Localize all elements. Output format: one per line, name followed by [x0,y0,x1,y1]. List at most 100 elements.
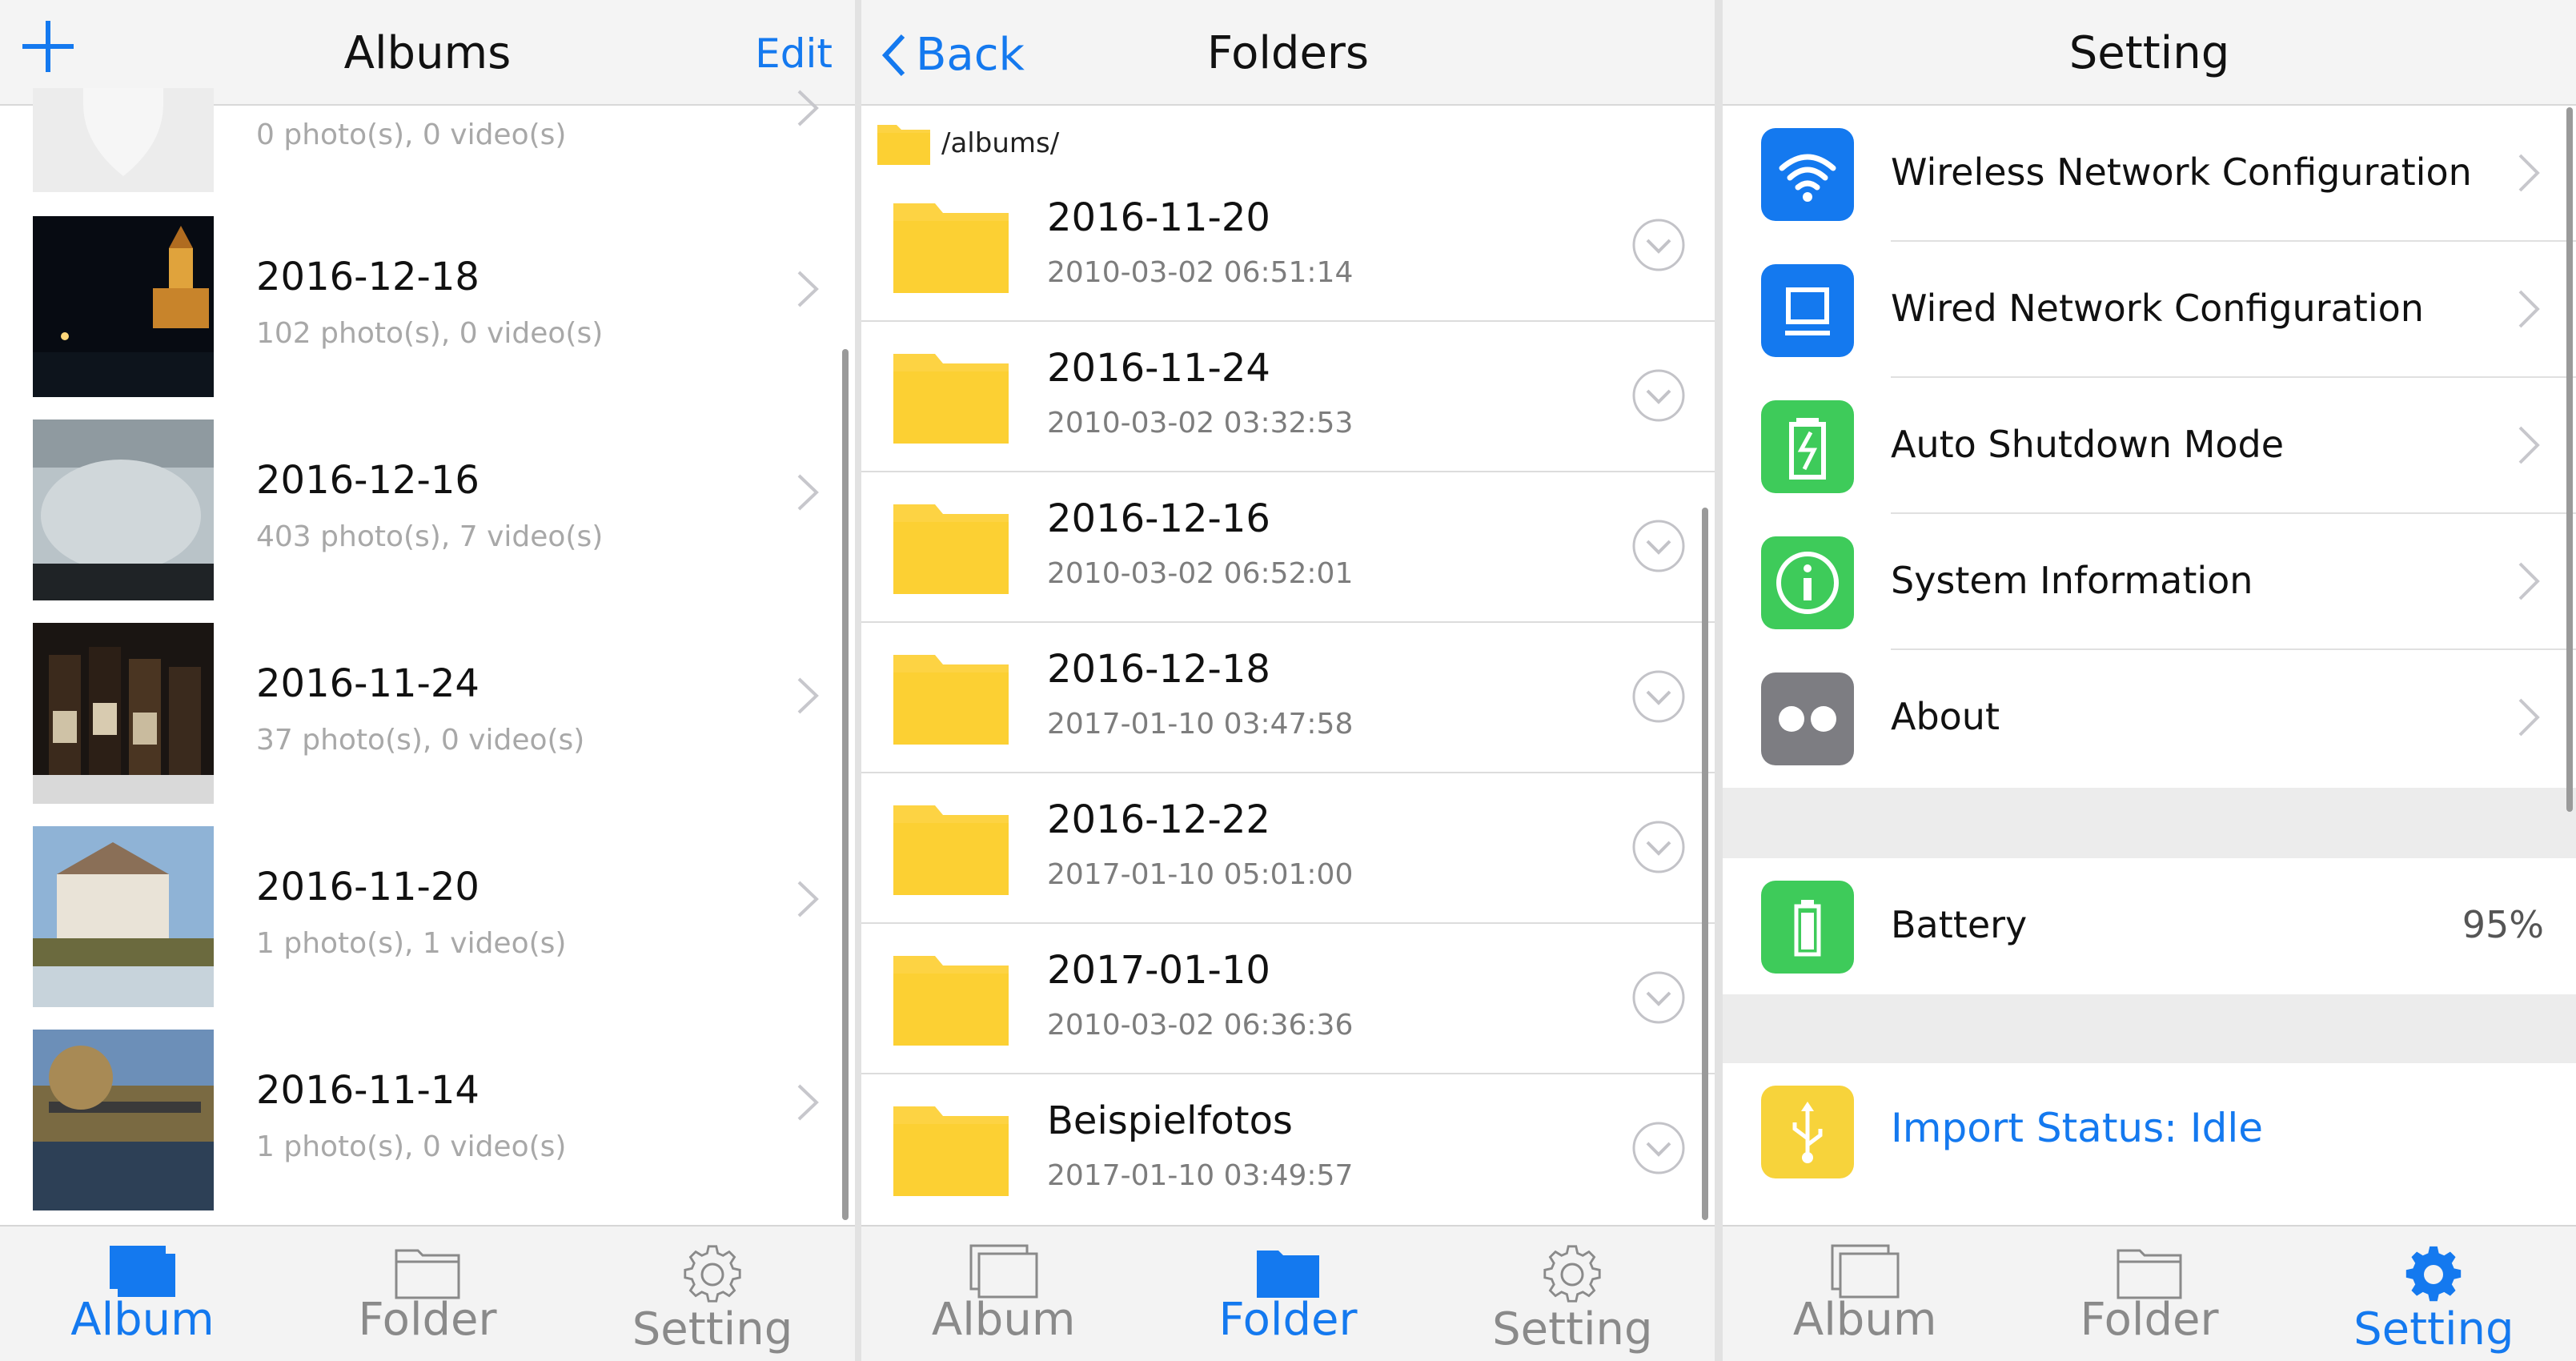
folder-name: 2016-12-18 [1047,647,1270,692]
tab-album[interactable]: Album [861,1227,1146,1361]
folder-icon [893,956,1009,1046]
folder-icon [893,805,1009,895]
chevron-right-icon [2518,698,2540,737]
folder-name: 2016-12-22 [1047,797,1270,842]
battery-icon [1761,881,1854,974]
settings-item-label: Wired Network Configuration [1891,287,2424,330]
settings-item-wired[interactable]: Wired Network Configuration [1723,242,2576,378]
monitor-icon [1761,264,1854,357]
album-row[interactable]: 2016-12-18 102 photo(s), 0 video(s) [0,208,855,412]
album-thumbnail [33,216,214,397]
folder-outline-icon [395,1249,460,1299]
folder-date: 2010-03-02 03:32:53 [1047,407,1354,440]
tab-album-label: Album [70,1294,215,1346]
scrollbar[interactable] [2566,107,2573,812]
tab-folder[interactable]: Folder [1146,1227,1430,1361]
album-row[interactable]: 2016-11-14 1 photo(s), 0 video(s) [0,1022,855,1225]
tab-setting-label: Setting [1492,1303,1653,1355]
expand-chevron-icon[interactable] [1631,970,1686,1025]
tab-folder[interactable]: Folder [285,1227,570,1361]
album-subtitle: 102 photo(s), 0 video(s) [256,317,604,350]
album-title: 2016-11-14 [256,1068,479,1113]
gear-outline-icon [1543,1245,1601,1303]
usb-icon [1761,1086,1854,1178]
gear-outline-icon [684,1245,741,1303]
chevron-right-icon [797,271,819,307]
album-subtitle: 1 photo(s), 0 video(s) [256,1130,567,1163]
folder-name: 2016-12-16 [1047,496,1270,541]
tab-folder[interactable]: Folder [2007,1227,2291,1361]
tab-setting-label: Setting [632,1303,793,1355]
folder-outline-icon [2117,1249,2182,1299]
folder-row[interactable]: 2016-12-16 2010-03-02 06:52:01 [861,471,1715,623]
album-stack-outline-icon [1831,1244,1900,1299]
battery-charging-icon [1761,400,1854,493]
folder-row[interactable]: Beispielfotos 2017-01-10 03:49:57 [861,1073,1715,1223]
tab-album[interactable]: Album [1723,1227,2007,1361]
album-thumbnail-placeholder [33,88,214,192]
folder-row[interactable]: 2017-01-10 2010-03-02 06:36:36 [861,922,1715,1074]
tab-setting[interactable]: Setting [570,1227,855,1361]
chevron-right-icon [797,1084,819,1121]
album-subtitle: 1 photo(s), 1 video(s) [256,927,567,960]
folder-icon [893,504,1009,594]
folder-date: 2010-03-02 06:51:14 [1047,256,1354,289]
folder-name: 2016-11-20 [1047,195,1270,240]
settings-item-system-info[interactable]: System Information [1723,514,2576,650]
album-row[interactable]: 2016-11-20 1 photo(s), 1 video(s) [0,818,855,1022]
scrollbar[interactable] [842,349,849,1220]
battery-label: Battery [1891,903,2028,946]
settings-item-label: Auto Shutdown Mode [1891,423,2285,466]
dots-icon [1761,672,1854,765]
info-icon [1761,536,1854,629]
album-title: 2016-12-16 [256,458,479,503]
edit-button[interactable]: Edit [755,30,833,77]
folder-icon [893,1106,1009,1196]
albums-screen: Albums Edit 0 photo(s), 0 video(s) 2016- [0,0,855,1361]
page-title: Albums [343,27,512,79]
folder-row[interactable]: 2016-12-22 2017-01-10 05:01:00 [861,772,1715,924]
album-stack-outline-icon [969,1244,1038,1299]
album-thumbnail [33,1030,214,1210]
chevron-right-icon [2518,426,2540,464]
folder-name: 2017-01-10 [1047,948,1270,993]
album-row[interactable]: 2016-12-16 403 photo(s), 7 video(s) [0,412,855,615]
expand-chevron-icon[interactable] [1631,1121,1686,1175]
tab-setting[interactable]: Setting [1430,1227,1715,1361]
folders-screen: Back Folders /albums/ 2016-11-20 2010-03… [861,0,1715,1361]
expand-chevron-icon[interactable] [1631,218,1686,272]
folder-date: 2017-01-10 03:49:57 [1047,1159,1354,1192]
tab-album[interactable]: Album [0,1227,285,1361]
section-gap [1723,994,2576,1063]
tab-setting[interactable]: Setting [2292,1227,2576,1361]
expand-chevron-icon[interactable] [1631,820,1686,874]
tab-folder-label: Folder [358,1294,497,1346]
folder-row[interactable]: 2016-11-24 2010-03-02 03:32:53 [861,320,1715,472]
album-row[interactable]: 2016-11-24 37 photo(s), 0 video(s) [0,615,855,818]
chevron-right-icon [2518,290,2540,328]
settings-item-auto-shutdown[interactable]: Auto Shutdown Mode [1723,378,2576,514]
gear-icon [2406,1246,2462,1302]
tab-album-label: Album [931,1294,1076,1346]
import-status-row: Import Status: Idle [1723,1063,2576,1199]
page-title: Folders [1206,27,1370,79]
expand-chevron-icon[interactable] [1631,368,1686,423]
expand-chevron-icon[interactable] [1631,669,1686,724]
panel-divider [1715,0,1723,1361]
album-thumbnail [33,623,214,804]
expand-chevron-icon[interactable] [1631,519,1686,573]
album-row-partial[interactable]: 0 photo(s), 0 video(s) [0,88,855,192]
settings-item-about[interactable]: About [1723,650,2576,786]
folder-icon [1256,1251,1319,1298]
folder-row[interactable]: 2016-11-20 2010-03-02 06:51:14 [861,170,1715,322]
folder-icon [877,125,930,165]
folder-name: 2016-11-24 [1047,346,1270,391]
page-title: Setting [2068,27,2230,79]
settings-item-label: System Information [1891,559,2253,602]
folder-icon [893,203,1009,293]
settings-item-wireless[interactable]: Wireless Network Configuration [1723,106,2576,242]
folder-name: Beispielfotos [1047,1098,1293,1143]
breadcrumb: /albums/ [877,122,1059,165]
folder-row[interactable]: 2016-12-18 2017-01-10 03:47:58 [861,621,1715,773]
scrollbar[interactable] [1702,508,1708,1220]
